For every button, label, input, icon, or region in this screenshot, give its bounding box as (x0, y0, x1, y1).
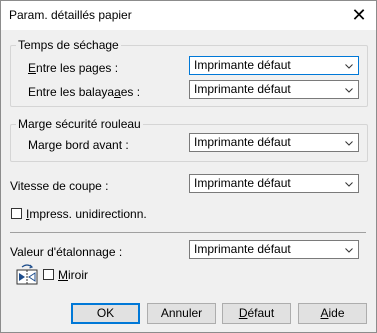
between-pages-label: Entre les pages : (28, 61, 119, 75)
help-button[interactable]: Aide (298, 303, 367, 324)
mirror-icon (16, 264, 38, 285)
calibration-label: Valeur d'étalonnage : (10, 245, 123, 259)
front-edge-margin-label: Marge bord avant : (28, 138, 129, 152)
ok-button[interactable]: OK (71, 303, 140, 324)
front-edge-margin-select[interactable]: Imprimante défaut (189, 133, 359, 152)
dialog-window: Param. détaillés papier ✕ Temps de sécha… (0, 0, 377, 333)
separator (10, 232, 366, 233)
cut-speed-label: Vitesse de coupe : (10, 179, 109, 193)
chevron-down-icon (345, 88, 353, 93)
calibration-select[interactable]: Imprimante défaut (189, 240, 359, 259)
between-pages-value: Imprimante défaut (194, 58, 291, 72)
unidirectional-checkbox[interactable] (11, 208, 22, 219)
between-pages-select[interactable]: Imprimante défaut (189, 56, 359, 75)
roll-margin-group-title: Marge sécurité rouleau (16, 117, 143, 131)
cut-speed-select[interactable]: Imprimante défaut (189, 174, 359, 193)
chevron-down-icon (345, 141, 353, 146)
window-title: Param. détaillés papier (9, 8, 132, 22)
title-bar: Param. détaillés papier ✕ (1, 1, 376, 30)
cancel-button[interactable]: Annuler (147, 303, 216, 324)
front-edge-margin-value: Imprimante défaut (194, 135, 291, 149)
drying-time-group-title: Temps de séchage (16, 38, 121, 52)
calibration-value: Imprimante défaut (194, 242, 291, 256)
close-button[interactable]: ✕ (342, 1, 376, 30)
default-button[interactable]: Défaut (222, 303, 291, 324)
mirror-label[interactable]: Miroir (58, 268, 88, 282)
cut-speed-value: Imprimante défaut (194, 176, 291, 190)
chevron-down-icon (345, 182, 353, 187)
mirror-checkbox[interactable] (43, 269, 54, 280)
between-scans-label: Entre les balayaaes : (28, 85, 141, 99)
between-scans-select[interactable]: Imprimante défaut (189, 80, 359, 99)
chevron-down-icon (345, 248, 353, 253)
between-scans-value: Imprimante défaut (194, 82, 291, 96)
unidirectional-label[interactable]: Impress. unidirectionn. (26, 207, 147, 221)
chevron-down-icon (345, 64, 353, 69)
